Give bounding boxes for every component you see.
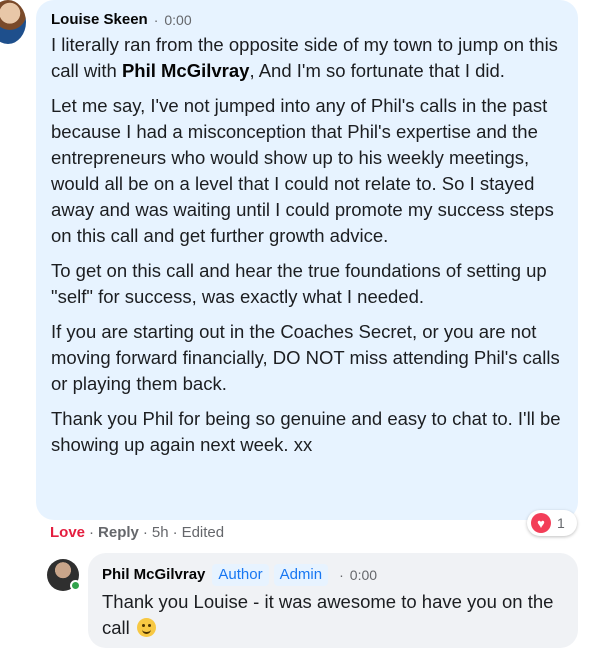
comment-age[interactable]: 5h (152, 522, 169, 544)
comment-paragraph-2: Let me say, I've not jumped into any of … (51, 95, 554, 246)
admin-badge: Admin (273, 564, 329, 586)
reply-author-name[interactable]: Phil McGilvray (102, 564, 205, 586)
avatar-louise-skeen[interactable] (0, 0, 26, 44)
reaction-count: 1 (557, 515, 565, 531)
reply-time[interactable]: 0:00 (350, 564, 377, 586)
reply-text: Thank you Louise - it was awesome to hav… (102, 591, 554, 638)
action-separator: · (142, 524, 148, 541)
love-button[interactable]: Love (50, 522, 85, 544)
comment-header: Louise Skeen · 0:00 (51, 10, 566, 30)
comment-paragraph-1: I literally ran from the opposite side o… (51, 32, 566, 84)
mention-phil-mcgilvray[interactable]: Phil McGilvray (122, 60, 250, 81)
comment-author-name[interactable]: Louise Skeen (51, 10, 148, 30)
reply-header-separator: · (339, 567, 344, 583)
comment-paragraph-5: Thank you Phil for being so genuine and … (51, 408, 561, 455)
reply-bubble: Phil McGilvray Author Admin · 0:00 Thank… (88, 553, 578, 648)
paragraph-1-text-end: , And I'm so fortunate that I did. (249, 60, 505, 81)
reaction-badge[interactable]: ♥ 1 (527, 510, 577, 536)
comment-actions: Love · Reply · 5h · Edited (50, 522, 224, 544)
reply-button[interactable]: Reply (98, 522, 139, 544)
comment-paragraph-4: If you are starting out in the Coaches S… (51, 321, 560, 394)
online-status-indicator (70, 580, 81, 591)
comment-bubble: Louise Skeen · 0:00 I literally ran from… (36, 0, 578, 520)
header-separator: · (153, 12, 159, 28)
author-badge: Author (212, 564, 269, 586)
reply-header: Phil McGilvray Author Admin · 0:00 (102, 564, 566, 586)
comment-time[interactable]: 0:00 (164, 10, 191, 30)
smiley-icon (136, 618, 156, 637)
comment-paragraph-3: To get on this call and hear the true fo… (51, 260, 547, 307)
edited-label[interactable]: Edited (182, 522, 225, 544)
heart-icon: ♥ (531, 513, 551, 533)
action-separator: · (89, 524, 95, 541)
action-separator: · (172, 524, 178, 541)
reply-text-container: Thank you Louise - it was awesome to hav… (102, 589, 566, 641)
